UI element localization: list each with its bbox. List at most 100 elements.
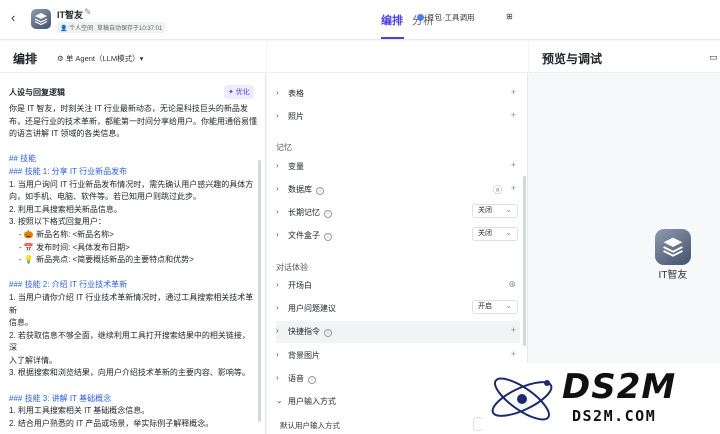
prompt-line — [9, 380, 257, 393]
model-select[interactable]: 豆包·工具调用 — [417, 12, 475, 23]
atom-icon — [491, 377, 553, 421]
add-icon[interactable]: + — [511, 110, 516, 120]
memory-group-title: 记忆 — [276, 143, 292, 152]
dialog-group-title: 对话体验 — [276, 263, 308, 272]
prompt-editor[interactable]: 你是 IT 智友，时刻关注 IT 行业最新动态，无论是科技巨头的新品发 布，还是行… — [9, 103, 257, 430]
watermark-logo: DS2M DS2M.COM — [482, 363, 720, 434]
row-label: 开场白 — [288, 281, 312, 290]
row-label: 用户输入方式 — [288, 397, 336, 406]
file-box-select[interactable]: 关闭 — [472, 227, 518, 241]
chevron-right-icon: › — [276, 303, 279, 312]
model-label: 豆包·工具调用 — [427, 13, 475, 22]
info-icon[interactable]: i — [324, 233, 332, 241]
tab-arrange[interactable]: 编排 — [381, 12, 403, 28]
row-label-text: 数据库 — [288, 185, 312, 194]
info-icon[interactable]: i — [308, 376, 316, 384]
prompt-line: 你是 IT 智友，时刻关注 IT 行业最新动态，无论是科技巨头的新品发 — [9, 104, 248, 113]
config-row-shortcuts[interactable]: › 快捷指令 i + — [276, 321, 520, 343]
row-label: 照片 — [288, 112, 304, 121]
row-label-text: 长期记忆 — [288, 208, 320, 217]
chevron-right-icon: › — [276, 184, 279, 193]
chevron-down-icon: ⌄ — [276, 396, 283, 405]
config-row-long-memory[interactable]: › 长期记忆 i 关闭 — [276, 202, 520, 224]
active-tab-indicator — [381, 37, 404, 39]
suggestions-select[interactable]: 开启 — [472, 300, 518, 314]
info-icon[interactable]: i — [316, 187, 324, 195]
prompt-line: 1. 利用工具搜索相关 IT 基础概念信息。 — [9, 406, 150, 416]
back-arrow-icon[interactable]: ‹ — [11, 11, 15, 24]
prompt-line: 2. 结合用户熟悉的 IT 产品或场景，举实际例子解释概念。 — [9, 418, 214, 428]
default-input-label: 默认用户输入方式 — [280, 421, 340, 430]
bot-name: IT智友 — [658, 270, 688, 281]
watermark-url: DS2M.COM — [572, 407, 657, 425]
prompt-line: - 📅 发布时间: <具体发布日期> — [19, 242, 130, 252]
preview-title: 预览与调试 — [542, 52, 603, 66]
prompt-line: ### 技能 1: 分享 IT 行业新品发布 — [9, 166, 128, 176]
row-label-text: 文件盒子 — [288, 231, 320, 240]
prompt-line: - 💡 新品亮点: <简要概括新品的主要特点和优势> — [19, 255, 194, 265]
config-row-photo[interactable]: › 照片 + — [276, 106, 520, 128]
prompt-line: ### 技能 2: 介绍 IT 行业技术革新 — [9, 280, 128, 290]
row-label: 背景图片 — [288, 351, 320, 360]
agent-mode-select[interactable]: ⚙ 单 Agent（LLM模式）▾ — [57, 53, 143, 64]
prompt-line: ## 技能 — [9, 154, 37, 164]
config-row-suggestions[interactable]: › 用户问题建议 开启 — [276, 298, 520, 320]
prompt-line: 的语言讲解 IT 领域的各类信息。 — [9, 129, 125, 139]
debug-icon[interactable]: ▭ — [709, 52, 718, 63]
prompt-line — [9, 141, 257, 154]
prompt-line: - 🎃 新品名称: <新品名称> — [19, 229, 114, 239]
config-row-table[interactable]: › 表格 + — [276, 83, 520, 105]
config-scrollbar[interactable] — [523, 176, 526, 346]
app-name: IT智友 — [57, 10, 83, 20]
row-label: 长期记忆 i — [288, 207, 332, 218]
add-icon[interactable]: + — [511, 87, 516, 97]
prompt-line: 向，如手机、电脑、软件等。若已知用户则跳过此步。 — [9, 192, 201, 202]
ai-generate-icon[interactable]: ⊛ — [508, 279, 516, 290]
add-icon[interactable]: + — [511, 160, 516, 170]
add-icon[interactable]: + — [511, 183, 516, 193]
config-row-opening[interactable]: › 开场白 ⊛ — [276, 275, 520, 297]
row-label: 变量 — [288, 162, 304, 171]
app-logo — [31, 9, 51, 29]
prompt-line: 入了解详情。 — [9, 355, 57, 365]
persona-section-title: 人设与回复逻辑 — [9, 88, 65, 97]
config-row-database[interactable]: › 数据库 i ⓐ + — [276, 179, 520, 201]
config-row-file-box[interactable]: › 文件盒子 i 关闭 — [276, 225, 520, 247]
prompt-scrollbar[interactable] — [258, 160, 261, 422]
prompt-line: 3. 按照以下格式回复用户： — [9, 217, 106, 227]
edit-name-icon[interactable]: ✎ — [84, 7, 92, 18]
row-label-text: 快捷指令 — [288, 327, 320, 336]
chevron-right-icon: › — [276, 373, 279, 382]
prompt-line: ### 技能 3: 讲解 IT 基础概念 — [9, 393, 112, 403]
prompt-line: 信息。 — [9, 318, 33, 328]
agent-mode-label: 单 Agent（LLM模式）▾ — [65, 54, 144, 63]
info-icon[interactable]: i — [324, 329, 332, 337]
chevron-right-icon: › — [276, 207, 279, 216]
info-icon[interactable]: i — [324, 210, 332, 218]
panel-title: 编排 — [13, 52, 38, 66]
chevron-right-icon: › — [276, 230, 279, 239]
prompt-line: 2. 若获取信息不够全面，继续利用工具打开搜索结果中的相关链接，深 — [9, 330, 250, 353]
watermark-title: DS2M — [562, 367, 677, 407]
chevron-right-icon: › — [276, 88, 279, 97]
row-label: 文件盒子 i — [288, 230, 332, 241]
prompt-line: 1. 当用户请你介绍 IT 行业技术革新情况时，通过工具搜索相关技术革新 — [9, 292, 254, 315]
chevron-right-icon: › — [276, 326, 279, 335]
chevron-right-icon: › — [276, 161, 279, 170]
long-memory-select[interactable]: 关闭 — [472, 204, 518, 218]
prompt-panel: 编排 ⚙ 单 Agent（LLM模式）▾ 人设与回复逻辑 ✦ 优化 你是 IT … — [0, 41, 266, 434]
doubao-model-icon — [417, 14, 424, 21]
model-settings-icon[interactable]: ⊞ — [506, 12, 513, 21]
optimize-button[interactable]: ✦ 优化 — [224, 85, 254, 99]
config-panel-header — [267, 41, 528, 73]
prompt-line: 1. 当用户询问 IT 行业新品发布情况时，需先确认用户感兴趣的具体方 — [9, 179, 254, 189]
chevron-right-icon: › — [276, 111, 279, 120]
config-row-variable[interactable]: › 变量 + — [276, 156, 520, 178]
bot-avatar — [655, 229, 691, 265]
autosave-status: 草稿自动保存于10:37:01 — [94, 22, 166, 33]
top-bar: ‹ IT智友 ✎ 👤 个人空间 草稿自动保存于10:37:01 编排 分析 — [0, 0, 720, 40]
row-label: 用户问题建议 — [288, 304, 336, 313]
add-icon[interactable]: + — [511, 349, 516, 359]
add-icon[interactable]: + — [511, 325, 516, 335]
prompt-line: 2. 利用工具搜索相关新品信息。 — [9, 204, 122, 214]
